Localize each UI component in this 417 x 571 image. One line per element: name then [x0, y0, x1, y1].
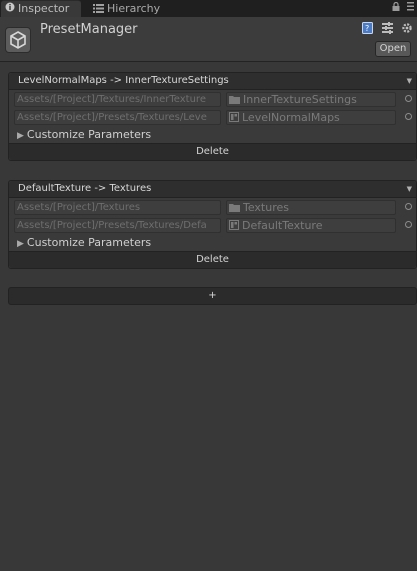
inspector-header: PresetManager ? Open [0, 17, 417, 61]
header-divider [0, 61, 417, 62]
dropdown-arrow-icon: ▼ [406, 77, 412, 85]
object-picker-icon[interactable] [405, 113, 412, 120]
preset-row: Assets/[Project]/Presets/Textures/Leve L… [9, 108, 416, 126]
delete-button[interactable]: Delete [9, 143, 416, 160]
tab-inspector[interactable]: Inspector [1, 0, 81, 17]
preset-icon [229, 219, 239, 233]
target-object-label: Textures [243, 201, 289, 214]
delete-button[interactable]: Delete [9, 251, 416, 268]
preset-dropdown[interactable]: DefaultTexture -> Textures ▼ [9, 181, 416, 198]
preset-settings-icon[interactable] [381, 22, 393, 37]
add-preset-button[interactable]: + [8, 287, 417, 305]
tab-hierarchy[interactable]: Hierarchy [89, 0, 169, 17]
preset-object-field[interactable]: DefaultTexture [226, 218, 396, 233]
folder-icon [229, 94, 240, 107]
customize-parameters-label: Customize Parameters [26, 236, 152, 249]
preset-header-label: DefaultTexture -> Textures [18, 183, 152, 194]
tab-inspector-label: Inspector [18, 2, 70, 15]
target-object-label: InnerTextureSettings [243, 93, 357, 106]
unity-logo-icon [5, 27, 31, 53]
dropdown-arrow-icon: ▼ [406, 185, 412, 193]
customize-parameters-foldout[interactable]: ▶ Customize Parameters [9, 126, 416, 143]
object-picker-icon[interactable] [405, 95, 412, 102]
tab-bar: Inspector Hierarchy [0, 0, 417, 17]
target-object-field[interactable]: InnerTextureSettings [226, 92, 396, 107]
object-picker-icon[interactable] [405, 221, 412, 228]
header-icons: ? [357, 22, 413, 36]
folder-icon [229, 202, 240, 215]
lock-icon[interactable] [392, 1, 403, 14]
target-object-field[interactable]: Textures [226, 200, 396, 215]
help-book-icon[interactable]: ? [362, 22, 373, 37]
gear-icon[interactable] [401, 22, 413, 37]
preset-object-label: LevelNormalMaps [242, 111, 340, 124]
target-path-field[interactable]: Assets/[Project]/Textures/InnerTexture [14, 92, 221, 107]
list-icon [93, 1, 104, 18]
target-row: Assets/[Project]/Textures Textures [9, 198, 416, 216]
open-button[interactable]: Open [375, 41, 411, 57]
object-picker-icon[interactable] [405, 203, 412, 210]
page-title: PresetManager [40, 22, 138, 37]
tab-menu-icon[interactable] [407, 2, 414, 14]
svg-text:?: ? [365, 24, 369, 33]
preset-object-field[interactable]: LevelNormalMaps [226, 110, 396, 125]
target-path-field[interactable]: Assets/[Project]/Textures [14, 200, 221, 215]
preset-block: LevelNormalMaps -> InnerTextureSettings … [8, 72, 417, 161]
target-row: Assets/[Project]/Textures/InnerTexture I… [9, 90, 416, 108]
preset-row: Assets/[Project]/Presets/Textures/Defa D… [9, 216, 416, 234]
customize-parameters-foldout[interactable]: ▶ Customize Parameters [9, 234, 416, 251]
preset-dropdown[interactable]: LevelNormalMaps -> InnerTextureSettings … [9, 73, 416, 90]
preset-header-label: LevelNormalMaps -> InnerTextureSettings [18, 75, 229, 86]
customize-parameters-label: Customize Parameters [26, 128, 152, 141]
preset-path-field[interactable]: Assets/[Project]/Presets/Textures/Leve [14, 110, 221, 125]
preset-icon [229, 111, 239, 125]
preset-path-field[interactable]: Assets/[Project]/Presets/Textures/Defa [14, 218, 221, 233]
info-icon [5, 1, 15, 17]
preset-object-label: DefaultTexture [242, 219, 323, 232]
tab-window-controls [388, 1, 414, 15]
preset-block: DefaultTexture -> Textures ▼ Assets/[Pro… [8, 180, 417, 269]
tab-hierarchy-label: Hierarchy [107, 2, 161, 15]
